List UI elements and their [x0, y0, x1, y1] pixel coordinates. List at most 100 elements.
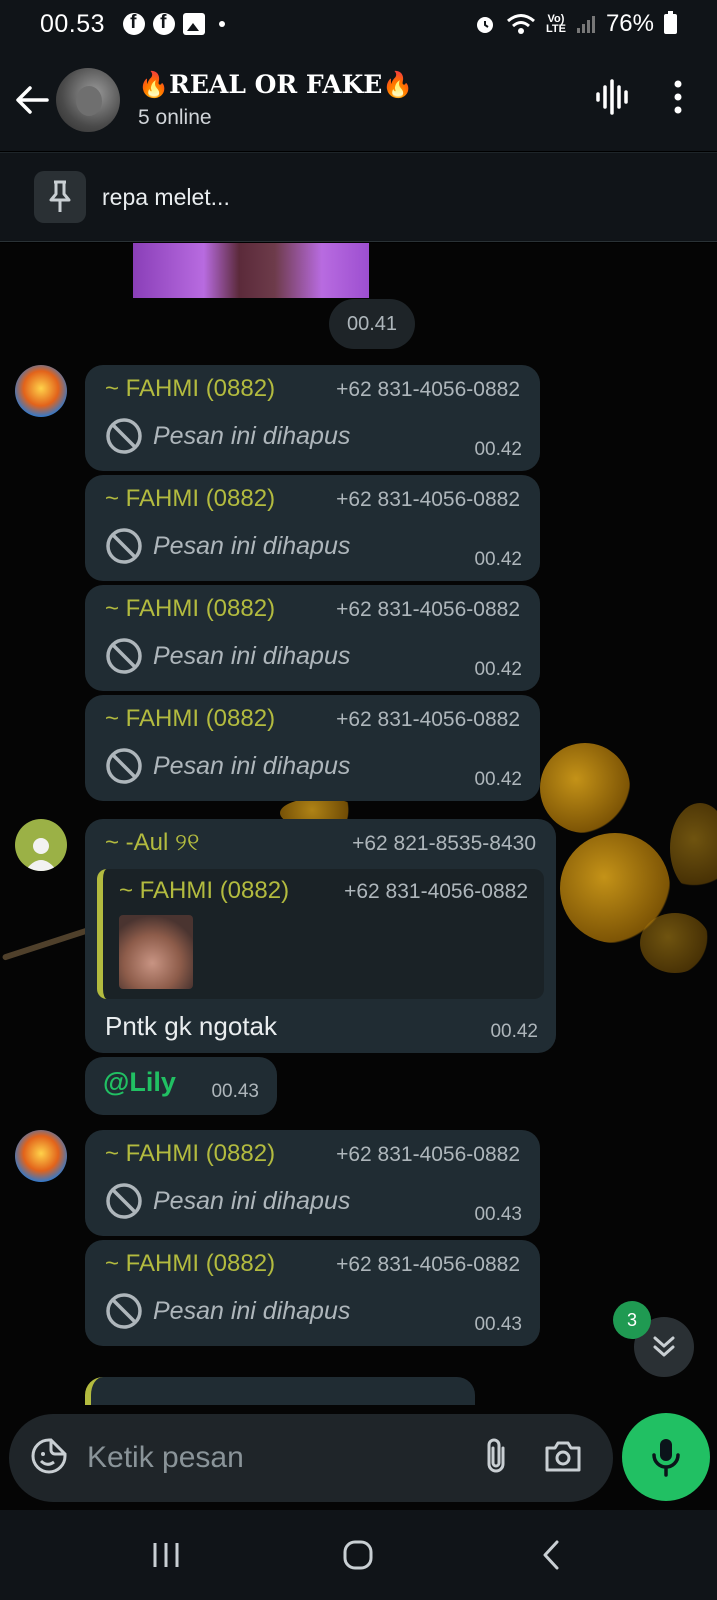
sender-name[interactable]: ~ FAHMI (0882) — [105, 1140, 275, 1168]
pinned-message-bar[interactable]: repa melet... — [0, 152, 717, 242]
message-bubble[interactable]: ~ FAHMI (0882) +62 831-4056-0882 Pesan i… — [85, 365, 540, 471]
unread-count-badge: 3 — [613, 1301, 651, 1339]
deleted-message-text: Pesan ini dihapus — [153, 421, 351, 450]
message-time: 00.42 — [474, 549, 522, 570]
timestamp-chip: 00.41 — [329, 299, 415, 349]
sender-phone: +62 831-4056-0882 — [336, 378, 520, 401]
paperclip-icon — [487, 1438, 505, 1472]
sender-name[interactable]: ~ FAHMI (0882) — [105, 1250, 275, 1278]
deleted-message-text: Pesan ini dihapus — [153, 1296, 351, 1325]
composer-bar — [0, 1405, 717, 1510]
pin-icon — [49, 180, 71, 212]
chat-title: 🔥REAL OR FAKE🔥 — [138, 69, 414, 99]
message-bubble[interactable]: ~ FAHMI (0882) +62 831-4056-0882 Pesan i… — [85, 1130, 540, 1236]
sticker-icon — [31, 1438, 67, 1473]
message-time: 00.43 — [474, 1204, 522, 1225]
voice-chat-button[interactable] — [595, 79, 633, 120]
media-thumbnail[interactable] — [133, 243, 369, 298]
status-bar: 00.53 Vo)LTE 76% — [0, 0, 717, 48]
home-icon — [343, 1540, 373, 1570]
microphone-icon — [652, 1439, 680, 1477]
chevron-left-icon — [543, 1540, 559, 1570]
quoted-image-thumbnail — [119, 915, 193, 989]
battery-icon — [664, 11, 677, 34]
wallpaper-flower — [540, 743, 630, 833]
sender-phone: +62 831-4056-0882 — [336, 1253, 520, 1276]
deleted-message-text: Pesan ini dihapus — [153, 1186, 351, 1215]
volte-label: Vo) LTE — [545, 13, 566, 35]
double-chevron-down-icon — [653, 1336, 675, 1357]
message-input-container — [9, 1414, 613, 1502]
sender-phone: +62 821-8535-8430 — [352, 832, 536, 855]
system-navigation-bar — [0, 1510, 717, 1600]
signal-icon — [576, 16, 595, 33]
message-bubble[interactable]: ~ FAHMI (0882) +62 831-4056-0882 Pesan i… — [85, 1240, 540, 1346]
audio-wave-icon — [596, 79, 628, 115]
recent-apps-button[interactable] — [136, 1525, 196, 1585]
message-bubble[interactable]: ~ FAHMI (0882) +62 831-4056-0882 Pesan i… — [85, 475, 540, 581]
message-time: 00.42 — [490, 1021, 538, 1042]
deleted-message-text: Pesan ini dihapus — [153, 751, 351, 780]
pin-icon-box — [34, 171, 86, 223]
mention-link[interactable]: @Lily — [103, 1067, 176, 1097]
back-button[interactable] — [12, 80, 52, 120]
message-time: 00.42 — [474, 439, 522, 460]
sticker-button[interactable] — [29, 1436, 69, 1481]
message-bubble[interactable]: ~ FAHMI (0882) +62 831-4056-0882 Pesan i… — [85, 695, 540, 801]
deleted-icon — [106, 528, 142, 564]
camera-button[interactable] — [543, 1438, 583, 1479]
sender-name[interactable]: ~ FAHMI (0882) — [105, 485, 275, 513]
message-text: Pntk gk ngotak — [105, 1011, 277, 1041]
attach-button[interactable] — [483, 1436, 509, 1481]
facebook-icon — [153, 12, 176, 35]
wallpaper-flower — [670, 803, 717, 893]
gallery-icon — [183, 13, 206, 35]
sender-name[interactable]: ~ FAHMI (0882) — [105, 375, 275, 403]
deleted-message-text: Pesan ini dihapus — [153, 531, 351, 560]
message-bubble[interactable]: ~ FAHMI (0882) +62 831-4056-0882 Pesan i… — [85, 585, 540, 691]
partially-visible-message[interactable] — [85, 1377, 475, 1405]
battery-percent: 76% — [605, 10, 654, 37]
sender-name[interactable]: ~ -Aul ୨୧ — [105, 829, 200, 857]
sender-phone: +62 831-4056-0882 — [336, 708, 520, 731]
sender-phone: +62 831-4056-0882 — [336, 1143, 520, 1166]
deleted-icon — [106, 638, 142, 674]
sender-phone: +62 831-4056-0882 — [336, 488, 520, 511]
kebab-menu-icon — [674, 80, 682, 114]
sender-name[interactable]: ~ FAHMI (0882) — [105, 705, 275, 733]
home-button[interactable] — [328, 1525, 388, 1585]
message-time: 00.42 — [474, 659, 522, 680]
deleted-icon — [106, 418, 142, 454]
message-time: 00.43 — [474, 1314, 522, 1335]
quoted-sender-phone: +62 831-4056-0882 — [344, 880, 528, 903]
chat-title-area[interactable]: 🔥REAL OR FAKE🔥 5 online — [138, 70, 414, 130]
wifi-icon — [507, 14, 535, 34]
message-bubble[interactable]: @Lily 00.43 — [85, 1057, 277, 1115]
deleted-icon — [106, 748, 142, 784]
sender-phone: +62 831-4056-0882 — [336, 598, 520, 621]
default-user-icon — [25, 838, 57, 871]
deleted-message-text: Pesan ini dihapus — [153, 641, 351, 670]
chat-header: 🔥REAL OR FAKE🔥 5 online — [0, 48, 717, 151]
facebook-icon — [123, 12, 146, 35]
message-list[interactable]: 00.41 ~ FAHMI (0882) +62 831-4056-0882 P… — [0, 243, 717, 1405]
more-options-button[interactable] — [673, 80, 683, 119]
group-avatar[interactable] — [56, 67, 120, 132]
wallpaper-flower — [640, 913, 710, 973]
reply-message-bubble[interactable]: ~ -Aul ୨୧ +62 821-8535-8430 ~ FAHMI (088… — [85, 819, 556, 1053]
arrow-left-icon — [16, 85, 49, 114]
sender-name[interactable]: ~ FAHMI (0882) — [105, 595, 275, 623]
quoted-sender-name: ~ FAHMI (0882) — [119, 877, 290, 904]
quoted-message[interactable]: ~ FAHMI (0882) +62 831-4056-0882 — [97, 869, 544, 999]
recent-apps-icon — [153, 1543, 179, 1567]
sender-avatar[interactable] — [15, 1130, 67, 1182]
voice-message-button[interactable] — [622, 1413, 710, 1501]
deleted-icon — [106, 1183, 142, 1219]
nav-back-button[interactable] — [521, 1525, 581, 1585]
sender-avatar[interactable] — [15, 819, 67, 871]
message-input[interactable] — [87, 1441, 483, 1475]
sender-avatar[interactable] — [15, 365, 67, 417]
deleted-icon — [106, 1293, 142, 1329]
message-time: 00.43 — [211, 1081, 259, 1102]
status-time: 00.53 — [40, 9, 106, 38]
